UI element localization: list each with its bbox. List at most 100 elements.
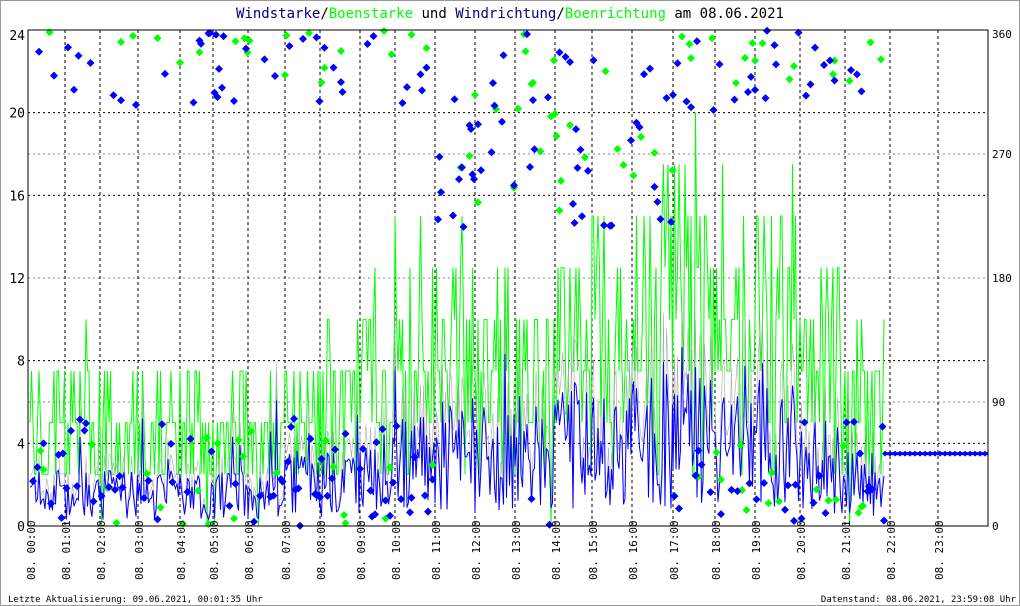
y-left-tick-label: 24: [9, 29, 25, 44]
boenrichtung-point: [88, 440, 96, 449]
windrichtung-point: [752, 495, 761, 504]
windrichtung-point: [372, 438, 381, 447]
windrichtung-point: [363, 40, 372, 49]
boenrichtung-point: [557, 176, 565, 185]
windrichtung-point: [406, 508, 414, 517]
boenrichtung-point: [668, 166, 677, 175]
windrichtung-point: [207, 447, 216, 456]
windrichtung-point: [747, 72, 755, 81]
x-tick-label: 08. 01:01: [60, 520, 73, 580]
windrichtung-point: [285, 42, 294, 51]
windrichtung-point: [403, 83, 411, 92]
title-part-6: Boenrichtung: [565, 6, 666, 22]
windrichtung-point: [809, 498, 818, 507]
boenrichtung-point: [203, 433, 211, 442]
x-tick-label: 08. 23:00: [933, 520, 946, 580]
boenrichtung-point: [619, 160, 628, 169]
windrichtung-point: [487, 148, 496, 157]
windrichtung-point: [772, 60, 780, 69]
boenrichtung-point: [156, 503, 165, 512]
boenrichtung-point: [176, 58, 184, 67]
boenrichtung-point: [629, 171, 638, 180]
windrichtung-point: [572, 125, 580, 134]
boenrichtung-point: [117, 37, 125, 46]
windrichtung-point: [398, 99, 407, 108]
axes: 0 4 8 12 16 20 24 0 90 180 270 360 08. 00:00 08. 01:0…: [9, 28, 1012, 580]
title-part-5: /: [556, 6, 564, 22]
windrichtung-point: [312, 33, 321, 42]
windrichtung-point: [459, 222, 468, 231]
boenrichtung-point: [337, 46, 345, 55]
windrichtung-point: [35, 47, 43, 56]
windrichtung-point: [569, 199, 577, 208]
windrichtung-point: [189, 98, 198, 107]
windrichtung-point: [215, 64, 223, 73]
windrichtung-point: [878, 422, 887, 431]
boenrichtung-point: [790, 62, 798, 71]
title-part-2: Boenstarke: [329, 6, 413, 22]
windrichtung-point: [450, 95, 459, 104]
x-tick-label: 08. 17:00: [668, 520, 681, 580]
y-right-tick-label: 360: [992, 28, 1012, 41]
boenrichtung-point: [320, 63, 329, 72]
windrichtung-point: [70, 85, 78, 94]
windrichtung-point: [73, 482, 81, 491]
windrichtung-point: [424, 507, 432, 516]
windrichtung-point: [498, 117, 506, 126]
windrichtung-point: [573, 163, 582, 172]
windrichtung-point: [820, 61, 828, 70]
x-tick-label: 08. 22:00: [885, 520, 898, 580]
windrichtung-point: [86, 59, 95, 68]
windrichtung-point: [770, 41, 779, 50]
windrichtung-point: [218, 83, 226, 92]
windrichtung-point: [850, 417, 858, 426]
windrichtung-point: [219, 32, 228, 41]
boenrichtung-point: [717, 475, 725, 484]
windrichtung-point: [811, 43, 819, 52]
x-tick-label: 08. 20:00: [795, 520, 808, 580]
boenrichtung-point: [824, 496, 833, 505]
windrichtung-point: [392, 422, 401, 431]
windrichtung-point: [499, 51, 508, 60]
x-tick-label: 08. 03:00: [133, 520, 146, 580]
windrichtung-point: [566, 57, 574, 66]
boenrichtung-point: [785, 75, 794, 84]
boenrichtung-point: [877, 55, 885, 64]
windrichtung-point: [80, 426, 89, 435]
x-tick-label: 08. 12:00: [470, 520, 483, 580]
windrichtung-point: [489, 78, 497, 87]
boenrichtung-point: [552, 132, 561, 141]
boenrichtung-point: [153, 34, 162, 43]
windrichtung-point: [697, 460, 706, 469]
windrichtung-point: [706, 488, 715, 497]
x-tick-label: 08. 09:00: [355, 520, 368, 580]
title-part-3: und: [413, 6, 455, 22]
windrichtung-point: [299, 34, 307, 43]
windrichtung-point: [338, 87, 347, 96]
boenrichtung-point: [637, 132, 645, 141]
windrichtung-point: [341, 429, 350, 438]
windrichtung-point: [751, 85, 759, 94]
boenrichtung-point: [555, 206, 564, 215]
x-tick-label: 08. 16:00: [627, 520, 640, 580]
windrichtung-point: [802, 91, 810, 100]
title-part-1: /: [320, 6, 328, 22]
windrichtung-point: [422, 63, 431, 72]
wind-chart: Windstarke/Boenstarke und Windrichtung/B…: [8, 6, 1017, 605]
windrichtung-point: [693, 37, 701, 46]
windrichtung-point: [418, 86, 426, 95]
boenrichtung-point: [845, 76, 854, 85]
windrichtung-point: [320, 43, 329, 52]
windrichtung-point: [225, 501, 234, 510]
windrichtung-point: [830, 76, 839, 85]
windrichtung-point: [826, 56, 834, 65]
windrichtung-point: [781, 505, 789, 514]
windrichtung-point: [761, 94, 770, 103]
windrichtung-point: [744, 88, 752, 97]
last-update-text: Letzte Aktualisierung: 09.06.2021, 00:01…: [8, 595, 263, 605]
boenrichtung-point: [732, 79, 740, 88]
boenrichtung-point: [195, 48, 204, 57]
data-state-text: Datenstand: 08.06.2021, 23:59:08 Uhr: [821, 595, 1017, 605]
boenrichtung-point: [751, 56, 759, 65]
boenrichtung-point: [129, 31, 137, 40]
